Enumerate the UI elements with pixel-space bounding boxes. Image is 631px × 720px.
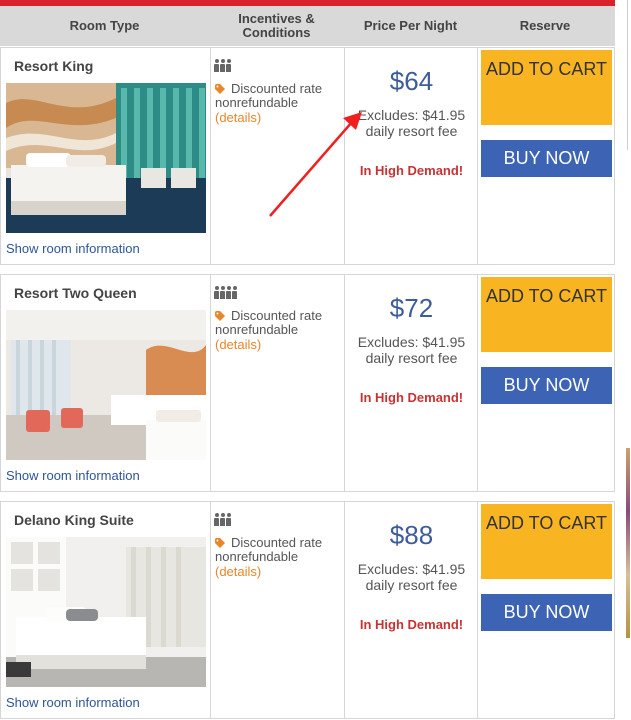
- price-cell: $88 Excludes: $41.95 daily resort fee In…: [345, 502, 478, 718]
- resort-fee-note: Excludes: $41.95 daily resort fee: [357, 107, 466, 139]
- details-link[interactable]: (details): [215, 110, 261, 125]
- table-header: Room Type Incentives & Conditions Price …: [0, 6, 615, 46]
- room-row: Delano King Suite Show room information …: [0, 501, 615, 719]
- room-row: Resort King Show room information Discou…: [0, 47, 615, 265]
- room-name: Resort Two Queen: [14, 285, 137, 301]
- reserve-cell: ADD TO CART BUY NOW: [478, 48, 614, 264]
- add-to-cart-button[interactable]: ADD TO CART: [481, 277, 612, 352]
- show-room-information-link[interactable]: Show room information: [6, 468, 140, 483]
- incentive-text: Discounted rate nonrefundable: [215, 308, 323, 337]
- room-photo[interactable]: [6, 83, 206, 233]
- reserve-cell: ADD TO CART BUY NOW: [478, 275, 614, 491]
- resort-fee-note: Excludes: $41.95 daily resort fee: [357, 334, 466, 366]
- right-edge-image-sliver: [626, 448, 630, 638]
- incentive-text: Discounted rate nonrefundable: [215, 535, 323, 564]
- room-type-cell: Resort King Show room information: [1, 48, 210, 264]
- price-per-night: $64: [389, 66, 434, 96]
- price-cell: $72 Excludes: $41.95 daily resort fee In…: [345, 275, 478, 491]
- room-photo[interactable]: [6, 310, 206, 460]
- high-demand-badge: In High Demand!: [359, 390, 464, 405]
- header-room-type: Room Type: [69, 18, 140, 33]
- room-row: Resort Two Queen Show room information D…: [0, 274, 615, 492]
- room-name: Delano King Suite: [14, 512, 134, 528]
- incentives-cell: Discounted rate nonrefundable (details): [210, 275, 345, 491]
- right-edge-divider: [627, 0, 628, 150]
- details-link[interactable]: (details): [215, 564, 261, 579]
- reserve-cell: ADD TO CART BUY NOW: [478, 502, 614, 718]
- show-room-information-link[interactable]: Show room information: [6, 695, 140, 710]
- guests-icon: [214, 286, 237, 300]
- add-to-cart-button[interactable]: ADD TO CART: [481, 50, 612, 125]
- add-to-cart-button[interactable]: ADD TO CART: [481, 504, 612, 579]
- incentives-cell: Discounted rate nonrefundable (details): [210, 502, 345, 718]
- buy-now-button[interactable]: BUY NOW: [481, 594, 612, 631]
- price-per-night: $88: [389, 520, 434, 550]
- room-photo[interactable]: [6, 537, 206, 687]
- high-demand-badge: In High Demand!: [359, 617, 464, 632]
- high-demand-badge: In High Demand!: [359, 163, 464, 178]
- incentive-text: Discounted rate nonrefundable: [215, 81, 323, 110]
- price-per-night: $72: [389, 293, 434, 323]
- room-type-cell: Delano King Suite Show room information: [1, 502, 210, 718]
- guests-icon: [214, 59, 231, 73]
- price-cell: $64 Excludes: $41.95 daily resort fee In…: [345, 48, 478, 264]
- header-reserve: Reserve: [519, 18, 571, 33]
- incentives-cell: Discounted rate nonrefundable (details): [210, 48, 345, 264]
- right-edge-panel: [624, 0, 631, 720]
- resort-fee-note: Excludes: $41.95 daily resort fee: [357, 561, 466, 593]
- room-name: Resort King: [14, 58, 94, 74]
- room-type-cell: Resort Two Queen Show room information: [1, 275, 210, 491]
- header-incentives: Incentives & Conditions: [238, 11, 315, 40]
- buy-now-button[interactable]: BUY NOW: [481, 367, 612, 404]
- guests-icon: [214, 513, 231, 527]
- show-room-information-link[interactable]: Show room information: [6, 241, 140, 256]
- header-price: Price Per Night: [363, 18, 458, 33]
- buy-now-button[interactable]: BUY NOW: [481, 140, 612, 177]
- details-link[interactable]: (details): [215, 337, 261, 352]
